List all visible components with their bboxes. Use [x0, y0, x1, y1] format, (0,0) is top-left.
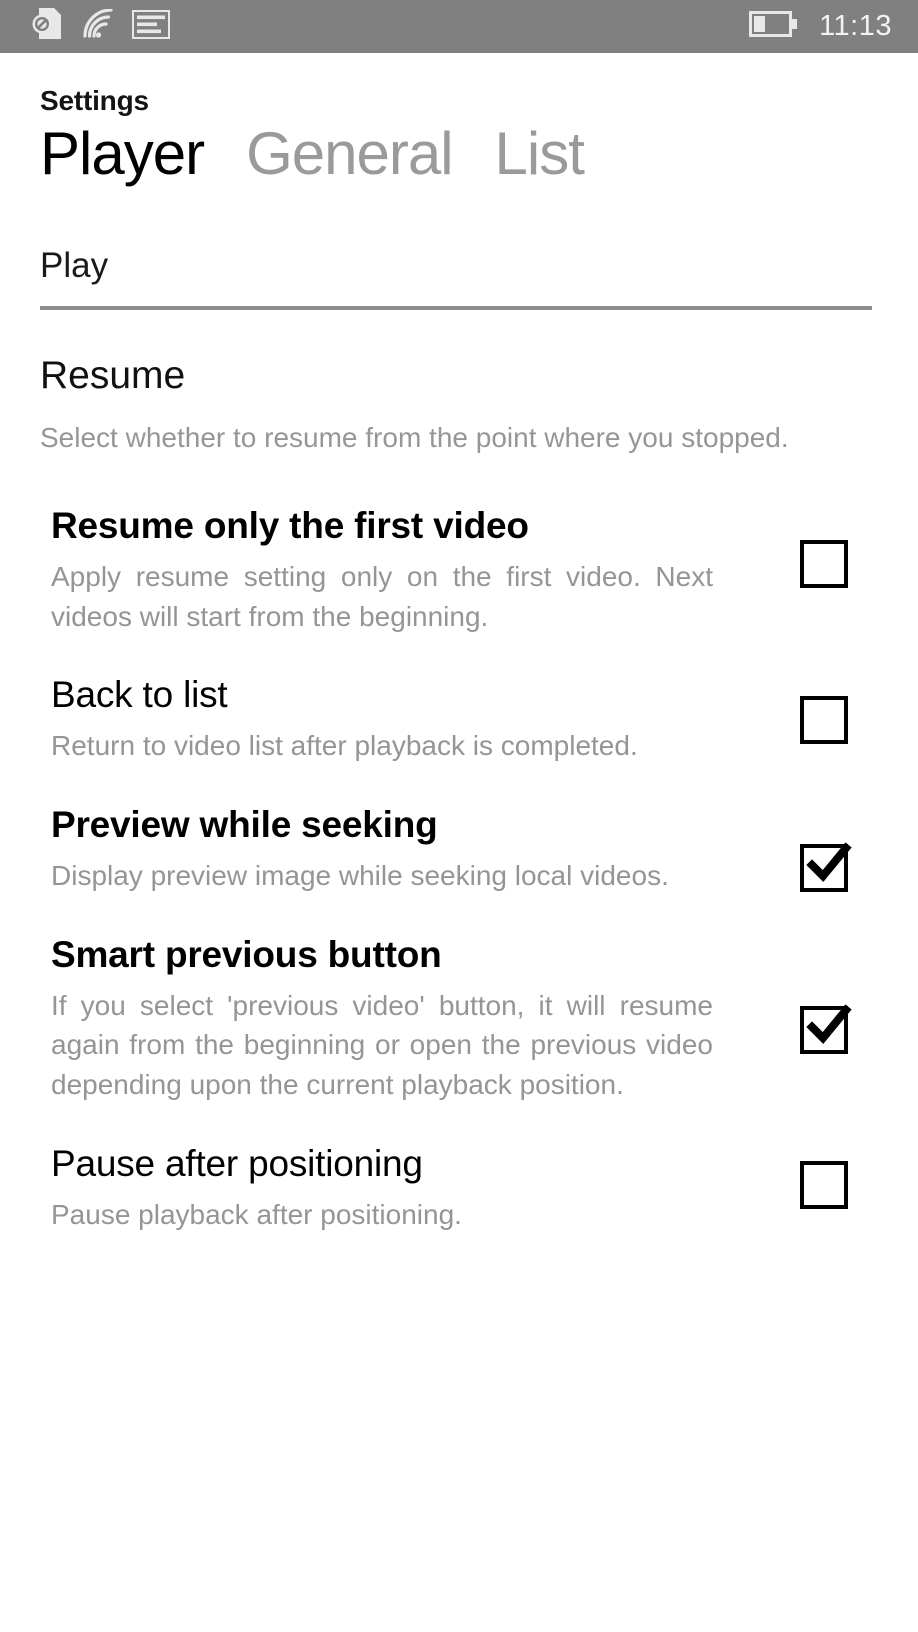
setting-row-text: Smart previous button If you select 'pre… [51, 934, 713, 1105]
setting-row-text: Back to list Return to video list after … [51, 674, 713, 766]
wifi-icon [80, 8, 114, 44]
pivot-tabs: Player General List [40, 120, 918, 187]
tab-player[interactable]: Player [40, 120, 205, 187]
setting-row-text: Pause after positioning Pause playback a… [51, 1143, 713, 1235]
status-bar: 11:13 [0, 0, 918, 53]
checkbox-preview-while-seeking[interactable] [800, 842, 852, 893]
status-bar-left-icons [32, 8, 171, 45]
setting-description: Pause playback after positioning. [51, 1198, 462, 1230]
setting-description: If you select 'previous video' button, i… [51, 989, 713, 1101]
setting-checkbox-cell [713, 804, 872, 893]
setting-checkbox-cell [713, 934, 872, 1054]
group-description-resume: Select whether to resume from the point … [40, 422, 789, 454]
setting-description: Return to video list after playback is c… [51, 730, 638, 762]
section-header-play: Play [40, 246, 109, 286]
section-divider [40, 306, 872, 311]
battery-icon [749, 11, 798, 42]
setting-title: Resume only the first video [51, 505, 529, 547]
status-bar-right: 11:13 [749, 11, 892, 42]
group-title-resume: Resume [40, 354, 186, 398]
setting-row[interactable]: Resume only the first video Apply resume… [51, 505, 872, 636]
setting-description: Apply resume setting only on the first v… [51, 560, 713, 632]
setting-description: Display preview image while seeking loca… [51, 860, 669, 891]
setting-checkbox-cell [713, 505, 872, 589]
setting-row-text: Resume only the first video Apply resume… [51, 505, 713, 636]
setting-title: Smart previous button [51, 933, 442, 975]
sim-card-blocked-icon [32, 8, 62, 45]
checkbox-smart-previous-button[interactable] [800, 1004, 852, 1054]
setting-row[interactable]: Pause after positioning Pause playback a… [51, 1143, 872, 1235]
setting-row[interactable]: Preview while seeking Display preview im… [51, 804, 872, 896]
tab-list[interactable]: List [495, 120, 585, 187]
checkbox-back-to-list[interactable] [800, 696, 848, 745]
settings-content: Play Resume Select whether to resume fro… [0, 245, 918, 1234]
checkbox-resume-only-first-video[interactable] [800, 540, 848, 589]
setting-title: Preview while seeking [51, 804, 438, 846]
setting-checkbox-cell [713, 674, 872, 745]
tab-general[interactable]: General [246, 120, 453, 187]
setting-checkbox-cell [713, 1143, 872, 1209]
app-title: Settings [40, 85, 149, 116]
status-bar-clock: 11:13 [819, 10, 892, 42]
page-header: Settings Player General List [0, 53, 918, 187]
checkbox-pause-after-positioning[interactable] [800, 1160, 848, 1209]
setting-row[interactable]: Back to list Return to video list after … [51, 674, 872, 766]
setting-row-text: Preview while seeking Display preview im… [51, 804, 713, 896]
setting-title: Pause after positioning [51, 1142, 423, 1184]
message-icon [131, 8, 171, 44]
setting-title: Back to list [51, 674, 228, 716]
setting-row[interactable]: Smart previous button If you select 'pre… [51, 934, 872, 1105]
settings-list: Resume only the first video Apply resume… [40, 505, 872, 1235]
